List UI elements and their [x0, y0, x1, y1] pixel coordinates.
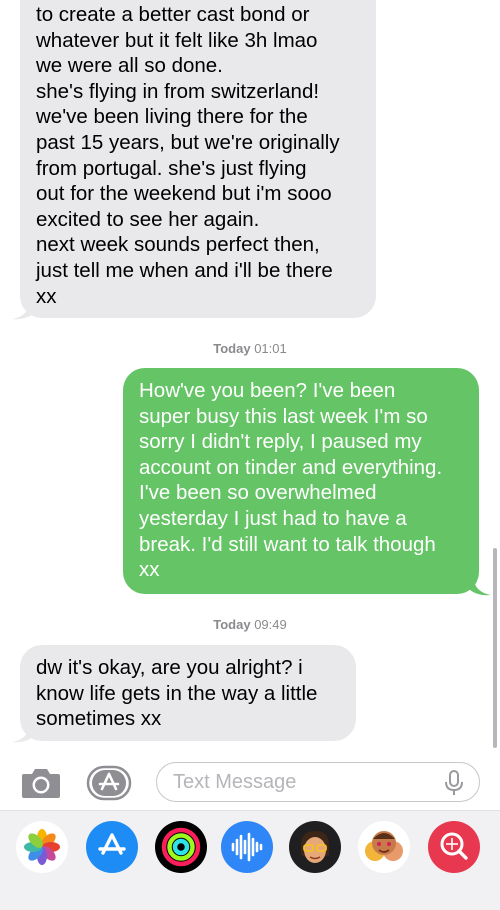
message-input-placeholder: Text Message: [173, 770, 297, 793]
memoji-stickers-icon[interactable]: [358, 821, 410, 873]
app-store-icon[interactable]: [86, 765, 132, 801]
bubble-tail: [469, 574, 491, 596]
memoji-icon[interactable]: [289, 821, 341, 873]
audio-message-icon[interactable]: [221, 821, 273, 873]
timestamp: Today 09:49: [213, 617, 287, 632]
app-store-icon[interactable]: [86, 821, 138, 873]
message-input[interactable]: Text Message: [156, 762, 480, 802]
messages-screen: to create a better cast bond or whatever…: [0, 0, 500, 910]
compose-bar: Text Message: [0, 752, 500, 810]
bubble-tail: [12, 721, 34, 743]
bubble-tail: [12, 298, 34, 320]
scrollbar[interactable]: [493, 548, 497, 748]
camera-icon[interactable]: [20, 766, 62, 800]
microphone-icon[interactable]: [443, 770, 465, 796]
app-drawer: [0, 810, 500, 910]
photos-icon[interactable]: [16, 821, 68, 873]
message-bubble-incoming[interactable]: to create a better cast bond or whatever…: [20, 0, 376, 318]
images-search-icon[interactable]: [428, 821, 480, 873]
message-bubble-outgoing[interactable]: How've you been? I've been super busy th…: [123, 368, 479, 594]
message-bubble-incoming[interactable]: dw it's okay, are you alright? i know li…: [20, 645, 356, 741]
timestamp: Today 01:01: [213, 341, 287, 356]
activity-icon[interactable]: [155, 821, 207, 873]
